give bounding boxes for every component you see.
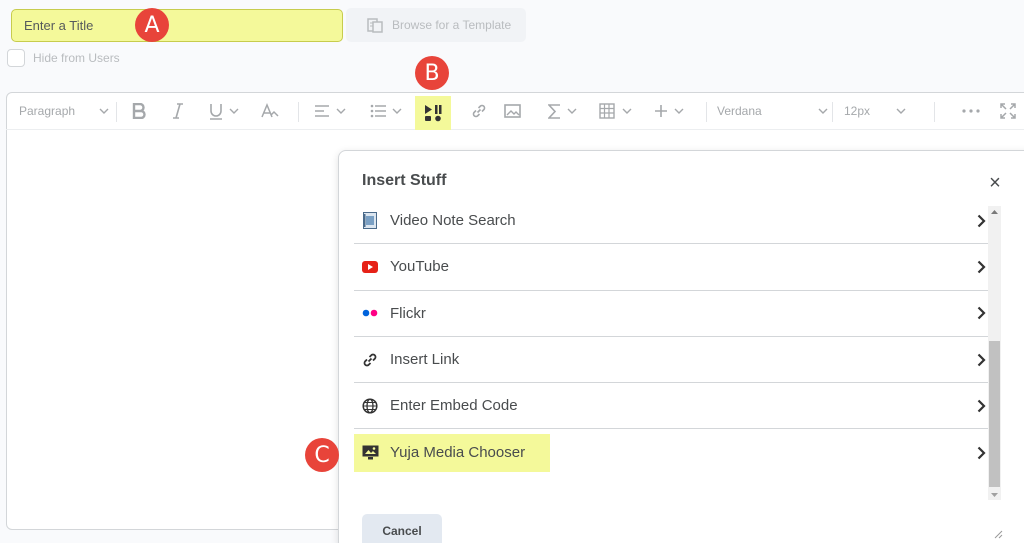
align-left-icon [315,105,329,117]
chevron-down-icon [336,108,346,114]
chevron-down-icon [567,108,577,114]
title-input[interactable] [11,9,343,42]
chevron-right-icon [977,306,986,320]
align-dropdown[interactable] [314,92,346,130]
close-icon: × [989,171,1001,194]
hide-from-users-label: Hide from Users [33,51,120,65]
callout-badge-c: C [305,438,339,472]
size-dropdown[interactable]: 12px [844,92,906,130]
image-button[interactable] [504,92,521,130]
table-icon [599,102,615,119]
callout-badge-a: A [135,8,169,42]
format-label: Paragraph [19,104,76,118]
chevron-down-icon [229,108,239,114]
link-button[interactable] [471,92,487,130]
youtube-icon [360,257,380,277]
close-button[interactable]: × [984,172,1006,194]
fullscreen-icon [1000,103,1016,119]
list-item-label: Insert Link [390,351,460,369]
text-style-button[interactable] [261,92,279,130]
scrollbar-thumb[interactable] [989,341,1000,487]
font-label: Verdana [717,104,762,118]
insert-stuff-list: Video Note Search YouTube Flickr Insert … [354,198,988,476]
resize-handle-icon[interactable] [994,530,1003,539]
underline-icon [210,103,222,120]
template-icon [366,16,384,34]
chevron-right-icon [977,214,986,227]
italic-button[interactable] [172,92,184,130]
equation-dropdown[interactable] [548,92,577,130]
plus-icon [655,105,667,117]
sigma-icon [548,103,560,119]
chevron-down-icon [818,108,828,114]
chevron-down-icon [896,108,906,114]
italic-icon [173,103,183,119]
hide-from-users-checkbox[interactable] [7,49,25,67]
chevron-down-icon [99,108,109,114]
insert-more-dropdown[interactable] [654,92,684,130]
toolbar-divider [706,102,707,122]
toolbar-divider [298,102,299,122]
scroll-down-arrow[interactable] [989,490,1000,500]
scroll-up-arrow[interactable] [989,206,1000,216]
hide-from-users-row[interactable]: Hide from Users [7,49,120,67]
more-options-button[interactable] [962,92,980,130]
browse-template-label: Browse for a Template [392,18,512,32]
cancel-button[interactable]: Cancel [362,514,442,543]
chevron-right-icon [977,399,986,413]
image-icon [504,104,521,118]
link-icon [360,350,380,370]
list-item-flickr[interactable]: Flickr [354,291,988,337]
list-item-label: Flickr [390,304,426,322]
list-item-label: Enter Embed Code [390,397,518,415]
chevron-down-icon [674,108,684,114]
insert-stuff-button[interactable] [415,96,451,130]
insert-stuff-icon [425,105,442,122]
globe-icon [360,396,380,416]
chevron-down-icon [622,108,632,114]
callout-badge-b: B [415,56,449,90]
flickr-icon [360,303,380,323]
chevron-right-icon [977,446,986,459]
bold-icon [132,103,146,119]
size-label: 12px [844,104,871,118]
link-icon [472,104,486,118]
underline-dropdown[interactable] [209,92,239,130]
list-item-video-note-search[interactable]: Video Note Search [354,198,988,245]
list-dropdown[interactable] [370,92,402,130]
list-item-youtube[interactable]: YouTube [354,244,988,291]
chevron-right-icon [977,353,986,366]
more-dots-icon [962,109,980,113]
fullscreen-button[interactable] [1000,92,1016,130]
monitor-image-icon [360,443,380,463]
list-item-label: Video Note Search [390,212,516,230]
list-icon [370,104,386,118]
list-item-label: YouTube [390,258,449,276]
toolbar-divider [832,102,833,122]
chevron-right-icon [977,260,986,274]
table-dropdown[interactable] [599,92,632,130]
editor-toolbar: Paragraph Verdana 12px [6,92,1024,130]
list-item-embed-code[interactable]: Enter Embed Code [354,383,988,430]
font-dropdown[interactable]: Verdana [717,92,828,130]
browse-template-button[interactable]: Browse for a Template [346,8,526,42]
bold-button[interactable] [132,92,146,130]
list-item-yuja-media-chooser[interactable]: Yuja Media Chooser [354,429,988,475]
video-note-icon [360,211,380,231]
dialog-title: Insert Stuff [362,172,447,189]
chevron-down-icon [392,108,402,114]
list-item-insert-link[interactable]: Insert Link [354,337,988,384]
format-dropdown[interactable]: Paragraph [19,92,109,130]
toolbar-divider [934,102,935,122]
text-style-icon [261,103,279,118]
list-item-label: Yuja Media Chooser [390,444,526,462]
toolbar-divider [116,102,117,122]
